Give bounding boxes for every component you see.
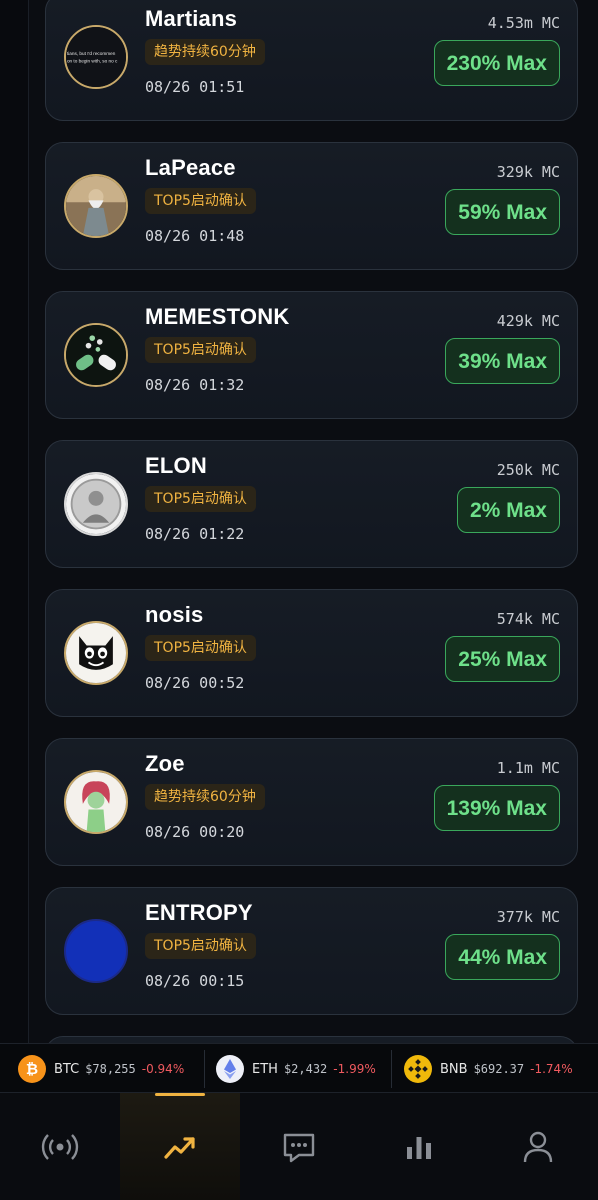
ticker-change: -1.99%	[333, 1062, 376, 1076]
price-ticker[interactable]: ₿ BTC $78,255 -0.94% ETH $2,432 -1.99% B…	[0, 1043, 598, 1093]
market-cap: 329k MC	[496, 163, 560, 181]
signal-card[interactable]: ELON TOP5启动确认 08/26 01:22 250k MC 2% Max	[45, 440, 578, 568]
ticker-change: -1.74%	[530, 1062, 573, 1076]
avatar-caption-line-1: tians, but I'd recommen	[67, 51, 116, 56]
signal-time: 08/26 01:48	[145, 227, 245, 245]
blue-circle-avatar-icon	[64, 919, 128, 983]
signal-time: 08/26 01:32	[145, 376, 245, 394]
ticker-symbol: ETH	[252, 1061, 278, 1077]
bnb-icon	[404, 1055, 432, 1083]
sage-avatar-icon	[64, 174, 128, 238]
signal-card-partial[interactable]	[45, 1036, 578, 1043]
nav-trend[interactable]	[120, 1093, 240, 1200]
max-gain-badge[interactable]: 230% Max	[433, 40, 560, 86]
left-rail	[0, 0, 29, 1043]
signal-tag: TOP5启动确认	[145, 337, 256, 363]
signal-time: 08/26 01:51	[145, 78, 245, 96]
signal-tag: TOP5启动确认	[145, 188, 256, 214]
token-name: nosis	[145, 602, 204, 627]
signal-time: 08/26 00:52	[145, 674, 245, 692]
market-cap: 429k MC	[496, 312, 560, 330]
martians-avatar-icon: tians, but I'd recommen on to begin with…	[64, 25, 128, 89]
signal-card[interactable]: nosis TOP5启动确认 08/26 00:52 574k MC 25% M…	[45, 589, 578, 717]
signal-tag: TOP5启动确认	[145, 486, 256, 512]
signal-tag: TOP5启动确认	[145, 933, 256, 959]
market-cap: 250k MC	[496, 461, 560, 479]
bar-chart-icon	[407, 1136, 431, 1159]
token-name: Martians	[145, 6, 238, 31]
svg-text:₿: ₿	[26, 1060, 38, 1078]
ethereum-icon	[216, 1055, 244, 1083]
avatar-caption-line-2: on to begin with, so no c	[67, 59, 118, 64]
ticker-item-eth[interactable]: ETH $2,432 -1.99%	[216, 1044, 376, 1094]
signal-time: 08/26 01:22	[145, 525, 245, 543]
nav-profile[interactable]	[478, 1093, 598, 1200]
bitcoin-icon: ₿	[18, 1055, 46, 1083]
signal-card[interactable]: LaPeace TOP5启动确认 08/26 01:48 329k MC 59%…	[45, 142, 578, 270]
signal-tag: TOP5启动确认	[145, 635, 256, 661]
token-name: LaPeace	[145, 155, 236, 180]
ticker-change: -0.94%	[141, 1062, 185, 1076]
max-gain-badge[interactable]: 44% Max	[445, 934, 560, 980]
broadcast-icon	[41, 1133, 79, 1160]
market-cap: 1.1m MC	[496, 759, 560, 777]
token-name: ELON	[145, 453, 207, 478]
nav-stats[interactable]	[359, 1093, 479, 1200]
token-name: Zoe	[145, 751, 185, 776]
signal-card[interactable]: MEMESTONK TOP5启动确认 08/26 01:32 429k MC 3…	[45, 291, 578, 419]
signal-feed[interactable]: tians, but I'd recommen on to begin with…	[45, 0, 580, 1043]
signal-time: 08/26 00:15	[145, 972, 245, 990]
chat-icon	[283, 1133, 315, 1162]
max-gain-badge[interactable]: 39% Max	[445, 338, 560, 384]
ticker-price: $78,255	[85, 1062, 136, 1076]
token-name: MEMESTONK	[145, 304, 290, 329]
coin-face-avatar-icon	[64, 472, 128, 536]
ticker-divider	[204, 1050, 205, 1088]
nav-signals[interactable]	[0, 1093, 120, 1200]
market-cap: 4.53m MC	[487, 14, 560, 32]
signal-card[interactable]: tians, but I'd recommen on to begin with…	[45, 0, 578, 121]
ticker-symbol: BNB	[440, 1061, 468, 1077]
profile-icon	[523, 1131, 553, 1162]
bottom-nav	[0, 1093, 598, 1200]
signal-card[interactable]: ENTROPY TOP5启动确认 08/26 00:15 377k MC 44%…	[45, 887, 578, 1015]
ticker-divider	[391, 1050, 392, 1088]
ticker-price: $2,432	[283, 1062, 328, 1076]
signal-time: 08/26 00:20	[145, 823, 245, 841]
trend-icon	[164, 1136, 195, 1159]
max-gain-badge[interactable]: 25% Max	[445, 636, 560, 682]
signal-tag: 趋势持续60分钟	[145, 39, 265, 65]
signal-card[interactable]: Zoe 趋势持续60分钟 08/26 00:20 1.1m MC 139% Ma…	[45, 738, 578, 866]
nav-chat[interactable]	[239, 1093, 359, 1200]
cat-avatar-icon	[64, 621, 128, 685]
ticker-price: $692.37	[473, 1062, 525, 1076]
ticker-item-bnb[interactable]: BNB $692.37 -1.74%	[404, 1044, 573, 1094]
signal-tag: 趋势持续60分钟	[145, 784, 265, 810]
ticker-symbol: BTC	[54, 1061, 80, 1077]
ticker-item-btc[interactable]: ₿ BTC $78,255 -0.94%	[18, 1044, 184, 1094]
market-cap: 574k MC	[496, 610, 560, 628]
token-name: ENTROPY	[145, 900, 253, 925]
market-cap: 377k MC	[496, 908, 560, 926]
girl-avatar-icon	[64, 770, 128, 834]
max-gain-badge[interactable]: 139% Max	[433, 785, 560, 831]
pill-avatar-icon	[64, 323, 128, 387]
max-gain-badge[interactable]: 2% Max	[456, 487, 560, 533]
max-gain-badge[interactable]: 59% Max	[445, 189, 560, 235]
active-tab-indicator	[155, 1093, 205, 1096]
